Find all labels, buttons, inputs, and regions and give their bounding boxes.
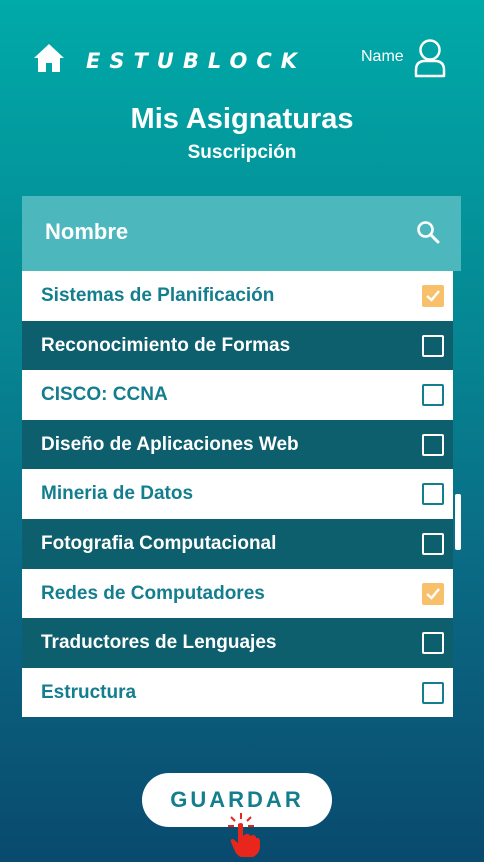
subject-label: Traductores de Lenguajes xyxy=(41,632,277,654)
subject-label: Redes de Computadores xyxy=(41,582,265,604)
list-item[interactable]: CISCO: CCNA xyxy=(22,370,453,420)
subject-checkbox[interactable] xyxy=(422,582,444,605)
subject-label: CISCO: CCNA xyxy=(41,384,168,406)
home-icon[interactable] xyxy=(33,42,65,74)
list-item[interactable]: Reconocimiento de Formas xyxy=(22,320,453,371)
subject-checkbox[interactable] xyxy=(422,532,444,555)
subject-list[interactable]: Sistemas de Planificación Reconocimiento… xyxy=(22,271,453,718)
list-header: Nombre xyxy=(22,196,461,271)
subject-label: Reconocimiento de Formas xyxy=(41,334,291,356)
list-item[interactable]: Sistemas de Planificación xyxy=(22,271,453,321)
brand-logo: ESTUBLOCK xyxy=(86,49,307,73)
subject-label: Sistemas de Planificación xyxy=(41,285,275,306)
list-item[interactable]: Mineria de Datos xyxy=(22,469,453,519)
subject-checkbox[interactable] xyxy=(422,433,444,456)
app-header: ESTUBLOCK Name xyxy=(0,0,484,100)
subject-label: Diseño de Aplicaciones Web xyxy=(41,433,299,455)
subject-checkbox[interactable] xyxy=(422,632,444,655)
list-item[interactable]: Estructura xyxy=(22,667,453,718)
list-item[interactable]: Fotografia Computacional xyxy=(22,518,453,569)
subject-checkbox[interactable] xyxy=(422,384,444,407)
subject-label: Estructura xyxy=(41,681,137,703)
subject-label: Fotografia Computacional xyxy=(41,532,277,554)
subject-checkbox[interactable] xyxy=(422,334,444,357)
check-icon xyxy=(426,290,440,302)
check-icon xyxy=(426,587,440,600)
subject-checkbox[interactable] xyxy=(422,681,444,704)
column-header-nombre: Nombre xyxy=(45,219,129,244)
list-item[interactable]: Diseño de Aplicaciones Web xyxy=(22,419,453,470)
subject-label: Mineria de Datos xyxy=(41,483,194,505)
page-subtitle: Suscripción xyxy=(187,142,297,163)
page-title: Mis Asignaturas xyxy=(130,103,354,135)
list-scrollbar[interactable] xyxy=(455,494,461,550)
hand-pointer-icon xyxy=(228,813,260,857)
user-icon[interactable] xyxy=(412,38,448,78)
subject-checkbox[interactable] xyxy=(422,285,444,307)
list-item[interactable]: Redes de Computadores xyxy=(22,568,453,619)
user-name: Name xyxy=(361,48,404,65)
list-item[interactable]: Traductores de Lenguajes xyxy=(22,618,453,668)
subject-checkbox[interactable] xyxy=(422,483,444,506)
search-icon[interactable] xyxy=(416,220,440,244)
